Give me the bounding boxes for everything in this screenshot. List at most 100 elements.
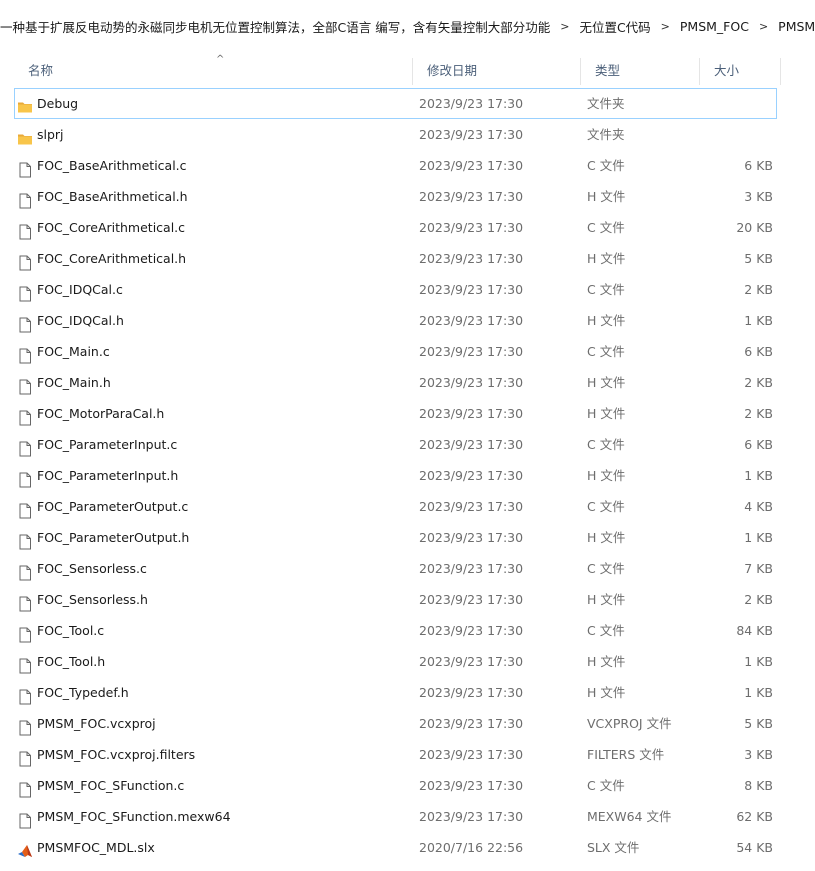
file-name: FOC_Sensorless.c <box>37 561 147 576</box>
file-type: MEXW64 文件 <box>587 809 672 824</box>
file-row[interactable]: FOC_ParameterOutput.c 2023/9/23 17:30 C 文件… <box>14 491 777 522</box>
file-name: FOC_Tool.c <box>37 623 105 638</box>
file-name: FOC_CoreArithmetical.c <box>37 220 186 235</box>
file-name: PMSM_FOC_SFunction.c <box>37 778 185 793</box>
file-type: H 文件 <box>587 251 626 266</box>
file-type: H 文件 <box>587 530 626 545</box>
folder-icon <box>17 96 33 113</box>
file-name: PMSM_FOC.vcxproj.filters <box>37 747 196 762</box>
file-name: PMSM_FOC_SFunction.mexw64 <box>37 809 231 824</box>
file-row[interactable]: FOC_IDQCal.h 2023/9/23 17:30 H 文件 1 KB <box>14 305 777 336</box>
file-row[interactable]: FOC_Main.h 2023/9/23 17:30 H 文件 2 KB <box>14 367 777 398</box>
file-icon <box>17 716 33 736</box>
file-size: 1 KB <box>744 313 773 328</box>
file-name: FOC_IDQCal.c <box>37 282 123 297</box>
breadcrumb-item[interactable]: PMSM_FOC <box>676 19 753 34</box>
file-row[interactable]: FOC_Sensorless.h 2023/9/23 17:30 H 文件 2 KB <box>14 584 777 615</box>
file-date: 2023/9/23 17:30 <box>419 747 524 762</box>
file-name: PMSM_FOC.vcxproj <box>37 716 156 731</box>
file-type: C 文件 <box>587 623 625 638</box>
file-icon <box>17 530 33 550</box>
file-row[interactable]: FOC_Typedef.h 2023/9/23 17:30 H 文件 1 KB <box>14 677 777 708</box>
file-row[interactable]: FOC_ParameterInput.c 2023/9/23 17:30 C 文件 6… <box>14 429 777 460</box>
file-date: 2023/9/23 17:30 <box>419 375 524 390</box>
file-icon <box>17 499 33 519</box>
file-date: 2023/9/23 17:30 <box>419 561 524 576</box>
file-row[interactable]: PMSM_FOC_SFunction.c 2023/9/23 17:30 C 文件 8… <box>14 770 777 801</box>
file-date: 2023/9/23 17:30 <box>419 406 524 421</box>
file-icon <box>17 251 33 271</box>
file-size: 20 KB <box>736 220 773 235</box>
file-date: 2023/9/23 17:30 <box>419 499 524 514</box>
file-type: FILTERS 文件 <box>587 747 665 762</box>
file-row[interactable]: PMSM_FOC.vcxproj 2023/9/23 17:30 VCXPROJ 文… <box>14 708 777 739</box>
file-type: 文件夹 <box>587 127 625 142</box>
file-row[interactable]: PMSM_FOC.vcxproj.filters 2023/9/23 17:30 F… <box>14 739 777 770</box>
column-header-type[interactable]: 类型 <box>581 56 700 85</box>
file-row[interactable]: FOC_IDQCal.c 2023/9/23 17:30 C 文件 2 KB <box>14 274 777 305</box>
file-name: FOC_BaseArithmetical.h <box>37 189 188 204</box>
file-row[interactable]: FOC_Sensorless.c 2023/9/23 17:30 C 文件 7 KB <box>14 553 777 584</box>
file-type: H 文件 <box>587 468 626 483</box>
chevron-right-icon[interactable]: > <box>655 20 676 33</box>
file-row[interactable]: FOC_CoreArithmetical.h 2023/9/23 17:30 H 文… <box>14 243 777 274</box>
file-size: 1 KB <box>744 530 773 545</box>
file-icon <box>17 623 33 643</box>
file-type: H 文件 <box>587 189 626 204</box>
file-type: C 文件 <box>587 344 625 359</box>
file-date: 2023/9/23 17:30 <box>419 468 524 483</box>
file-row[interactable]: Debug 2023/9/23 17:30 文件夹 <box>14 88 777 119</box>
file-type: C 文件 <box>587 220 625 235</box>
file-size: 1 KB <box>744 654 773 669</box>
column-header-size[interactable]: 大小 <box>700 56 780 85</box>
file-size: 1 KB <box>744 685 773 700</box>
file-name: FOC_CoreArithmetical.h <box>37 251 187 266</box>
file-icon <box>17 220 33 240</box>
file-row[interactable]: FOC_CoreArithmetical.c 2023/9/23 17:30 C 文… <box>14 212 777 243</box>
breadcrumb-item[interactable]: 一种基于扩展反电动势的永磁同步电机无位置控制算法，全部C语言 编写，含有矢量控制… <box>0 17 554 36</box>
file-icon <box>17 406 33 426</box>
file-row[interactable]: FOC_ParameterOutput.h 2023/9/23 17:30 H 文件… <box>14 522 777 553</box>
file-icon <box>17 685 33 705</box>
file-size: 6 KB <box>744 158 773 173</box>
file-row[interactable]: slprj 2023/9/23 17:30 文件夹 <box>14 119 777 150</box>
file-type: H 文件 <box>587 654 626 669</box>
file-type: H 文件 <box>587 592 626 607</box>
file-date: 2023/9/23 17:30 <box>419 282 524 297</box>
column-divider[interactable] <box>780 58 781 85</box>
chevron-right-icon[interactable]: > <box>554 20 575 33</box>
file-type: C 文件 <box>587 778 625 793</box>
file-date: 2023/9/23 17:30 <box>419 809 524 824</box>
file-icon <box>17 158 33 178</box>
file-row[interactable]: PMSMFOC_MDL.slx 2020/7/16 22:56 SLX 文件 54 K… <box>14 832 777 863</box>
chevron-right-icon[interactable]: > <box>753 20 774 33</box>
file-type: H 文件 <box>587 406 626 421</box>
file-row[interactable]: FOC_MotorParaCal.h 2023/9/23 17:30 H 文件 2 K… <box>14 398 777 429</box>
file-date: 2023/9/23 17:30 <box>419 251 524 266</box>
file-date: 2023/9/23 17:30 <box>419 437 524 452</box>
file-date: 2023/9/23 17:30 <box>419 96 524 111</box>
file-row[interactable]: FOC_BaseArithmetical.c 2023/9/23 17:30 C 文… <box>14 150 777 181</box>
file-type: C 文件 <box>587 158 625 173</box>
file-name: slprj <box>37 127 64 142</box>
file-row[interactable]: FOC_Main.c 2023/9/23 17:30 C 文件 6 KB <box>14 336 777 367</box>
column-header-date[interactable]: 修改日期 <box>413 56 581 85</box>
file-row[interactable]: FOC_Tool.h 2023/9/23 17:30 H 文件 1 KB <box>14 646 777 677</box>
file-row[interactable]: FOC_ParameterInput.h 2023/9/23 17:30 H 文件 1… <box>14 460 777 491</box>
file-icon <box>17 468 33 488</box>
file-row[interactable]: FOC_Tool.c 2023/9/23 17:30 C 文件 84 KB <box>14 615 777 646</box>
column-header-name[interactable]: 名称 <box>14 56 412 85</box>
file-icon <box>17 282 33 302</box>
file-name: FOC_Sensorless.h <box>37 592 148 607</box>
file-icon <box>17 592 33 612</box>
file-date: 2023/9/23 17:30 <box>419 685 524 700</box>
file-size: 1 KB <box>744 468 773 483</box>
file-size: 54 KB <box>736 840 773 855</box>
file-row[interactable]: FOC_BaseArithmetical.h 2023/9/23 17:30 H 文… <box>14 181 777 212</box>
file-icon <box>17 437 33 457</box>
file-row[interactable]: PMSM_FOC_SFunction.mexw64 2023/9/23 17:30… <box>14 801 777 832</box>
file-icon <box>17 654 33 674</box>
breadcrumb-item[interactable]: PMSM_FOC <box>774 19 815 34</box>
breadcrumb-item[interactable]: 无位置C代码 <box>575 17 654 36</box>
file-type: H 文件 <box>587 313 626 328</box>
